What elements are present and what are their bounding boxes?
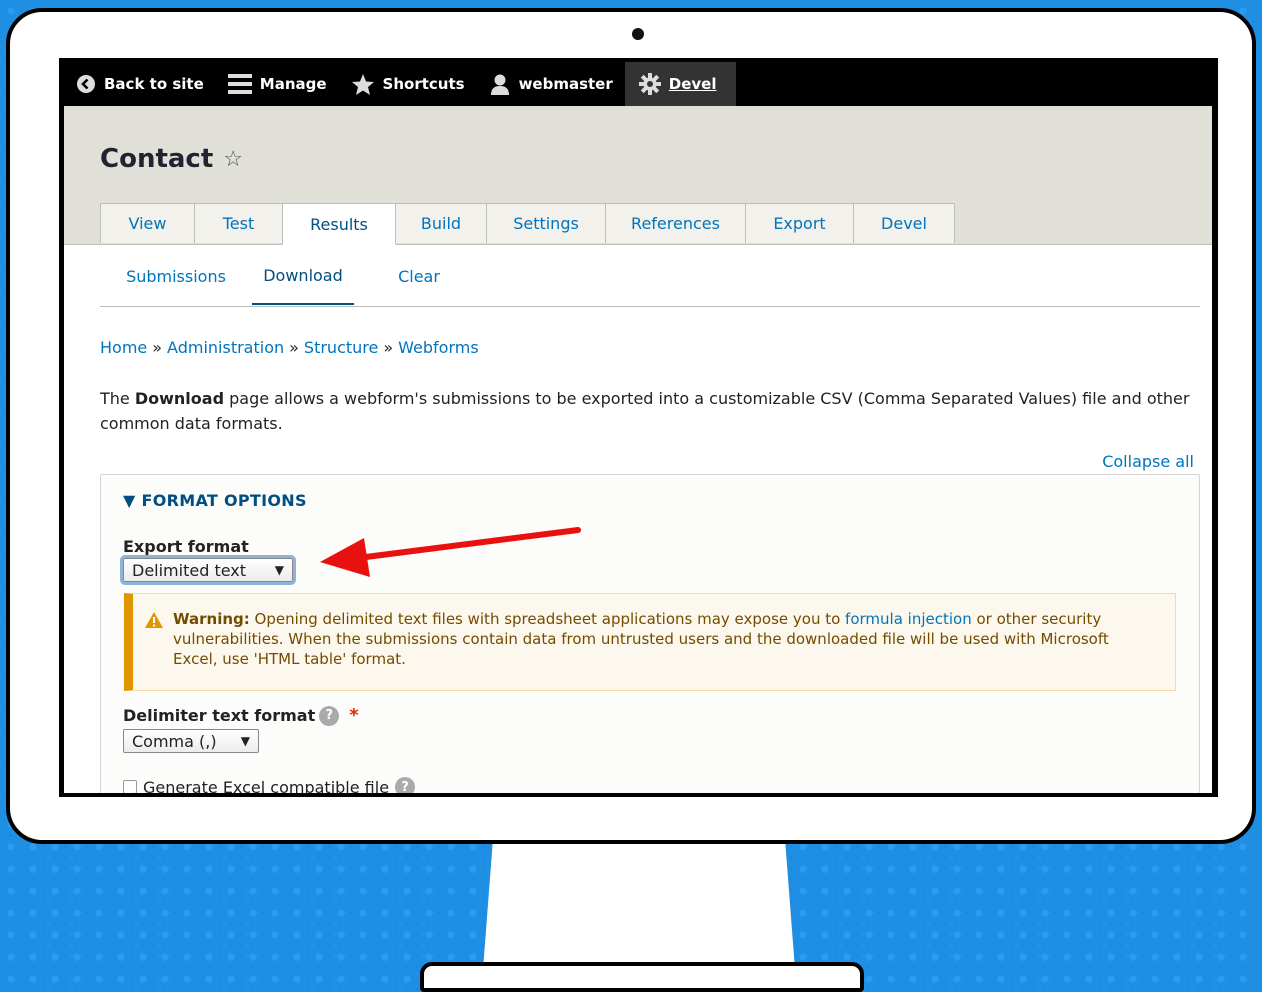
star-icon — [351, 73, 375, 95]
devel-label: Devel — [668, 75, 717, 93]
hamburger-icon — [227, 73, 252, 95]
excel-compatible-row: Generate Excel compatible file ? — [123, 777, 416, 794]
help-icon[interactable]: ? — [319, 705, 340, 726]
delimiter-label-row: Delimiter text format ? * — [123, 705, 359, 726]
export-format-select[interactable]: Delimited text ▼ — [120, 555, 296, 585]
description-pre: The — [100, 389, 135, 408]
formula-injection-link[interactable]: formula injection — [845, 610, 972, 628]
shortcut-star-icon[interactable]: ☆ — [223, 147, 243, 172]
shortcuts-menu[interactable]: Shortcuts — [339, 62, 477, 106]
tab-export[interactable]: Export — [745, 203, 854, 243]
tab-view[interactable]: View — [100, 203, 195, 243]
manage-menu[interactable]: Manage — [216, 62, 339, 106]
format-options-fieldset: ▼ FORMAT OPTIONS Export format Delimited… — [100, 474, 1200, 793]
monitor-stand — [466, 830, 812, 984]
admin-toolbar: Back to site Manage Shortcuts webmaster — [64, 62, 1212, 106]
subtab-clear[interactable]: Clear — [354, 248, 484, 305]
breadcrumb-separator: » — [383, 338, 394, 357]
annotation-arrow-icon — [320, 527, 581, 577]
page-header: Contact ☆ View Test Results Build Settin… — [64, 106, 1212, 245]
excel-compatible-checkbox[interactable] — [123, 780, 137, 793]
breadcrumb: Home » Administration » Structure » Webf… — [100, 338, 479, 357]
warning-text-1: Opening delimited text files with spread… — [249, 610, 846, 628]
delimiter-format-value: Comma (,) — [132, 731, 217, 751]
subtab-submissions[interactable]: Submissions — [100, 248, 252, 305]
monitor-screen: Back to site Manage Shortcuts webmaster — [59, 58, 1218, 797]
page-title-text: Contact — [100, 144, 214, 174]
export-format-label: Export format — [123, 537, 249, 556]
description-post: page allows a webform's submissions to b… — [100, 389, 1190, 433]
user-menu[interactable]: webmaster — [477, 62, 625, 106]
warning-message: Warning: Opening delimited text files wi… — [124, 593, 1176, 691]
excel-compatible-label: Generate Excel compatible file — [143, 777, 390, 794]
manage-label: Manage — [259, 75, 327, 93]
page-title: Contact ☆ — [100, 144, 243, 174]
back-to-site-label: Back to site — [104, 75, 204, 93]
page-description: The Download page allows a webform's sub… — [100, 386, 1190, 436]
breadcrumb-home[interactable]: Home — [100, 338, 147, 357]
tab-build[interactable]: Build — [395, 203, 487, 243]
shortcuts-label: Shortcuts — [382, 75, 465, 93]
gear-icon — [638, 73, 661, 95]
description-bold: Download — [134, 389, 225, 408]
tab-results[interactable]: Results — [282, 203, 396, 245]
user-label: webmaster — [518, 75, 613, 93]
breadcrumb-separator: » — [289, 338, 299, 357]
warning-title: Warning: — [173, 610, 250, 628]
tab-test[interactable]: Test — [194, 203, 283, 243]
caret-down-icon: ▼ — [274, 563, 284, 577]
tab-devel[interactable]: Devel — [853, 203, 955, 243]
tab-settings[interactable]: Settings — [486, 203, 606, 243]
caret-down-icon: ▼ — [240, 734, 250, 748]
tab-references[interactable]: References — [605, 203, 746, 243]
secondary-tabs: Submissions Download Clear — [100, 248, 1200, 307]
collapse-all-link[interactable]: Collapse all — [1102, 452, 1194, 471]
export-format-value: Delimited text — [132, 560, 247, 580]
chevron-left-circle-icon — [76, 74, 96, 94]
primary-tabs: View Test Results Build Settings Referen… — [100, 203, 955, 245]
back-to-site-link[interactable]: Back to site — [64, 62, 216, 106]
user-icon — [489, 73, 511, 95]
breadcrumb-webforms[interactable]: Webforms — [398, 338, 479, 357]
warning-triangle-icon — [145, 612, 163, 633]
help-icon[interactable]: ? — [395, 777, 416, 793]
required-marker: * — [349, 705, 359, 726]
browser-page: Back to site Manage Shortcuts webmaster — [64, 62, 1212, 793]
delimiter-format-select[interactable]: Comma (,) ▼ — [123, 729, 259, 753]
format-options-toggle[interactable]: ▼ FORMAT OPTIONS — [123, 491, 307, 510]
delimiter-format-label: Delimiter text format — [123, 706, 316, 725]
devel-menu[interactable]: Devel — [624, 62, 737, 106]
breadcrumb-structure[interactable]: Structure — [304, 338, 378, 357]
breadcrumb-administration[interactable]: Administration — [167, 338, 284, 357]
subtab-download[interactable]: Download — [252, 248, 354, 305]
breadcrumb-separator: » — [152, 338, 163, 357]
monitor-camera — [632, 28, 644, 40]
